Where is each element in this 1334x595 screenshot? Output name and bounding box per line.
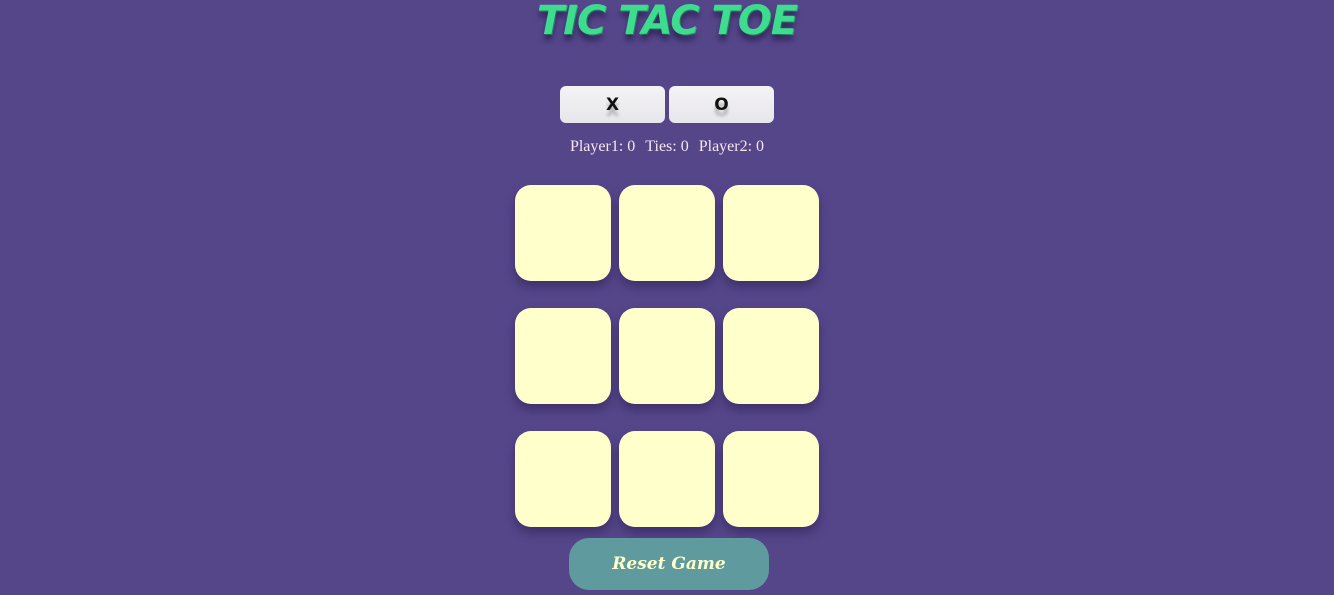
- game-app: TIC TAC TOE X O Player1: 0 Ties: 0 Player2…: [0, 0, 1334, 595]
- board-cell[interactable]: [515, 185, 611, 281]
- board-cell[interactable]: [619, 185, 715, 281]
- board-cell[interactable]: [515, 431, 611, 527]
- board-cell[interactable]: [619, 308, 715, 404]
- ties-score: Ties: 0: [645, 138, 689, 155]
- player1-score: Player1: 0: [569, 138, 636, 155]
- reset-game-button[interactable]: Reset Game: [569, 538, 769, 590]
- board-cell[interactable]: [515, 308, 611, 404]
- board-cell[interactable]: [723, 185, 819, 281]
- choose-x-button[interactable]: X: [560, 86, 665, 123]
- board-cell[interactable]: [619, 431, 715, 527]
- player-select: X O: [560, 86, 774, 123]
- game-board: [515, 185, 819, 527]
- scoreboard: Player1: 0 Ties: 0 Player2: 0: [0, 138, 1334, 156]
- board-cell[interactable]: [723, 308, 819, 404]
- board-cell[interactable]: [723, 431, 819, 527]
- choose-o-button[interactable]: O: [669, 86, 774, 123]
- game-title: TIC TAC TOE: [536, 0, 798, 44]
- player2-score: Player2: 0: [698, 138, 765, 155]
